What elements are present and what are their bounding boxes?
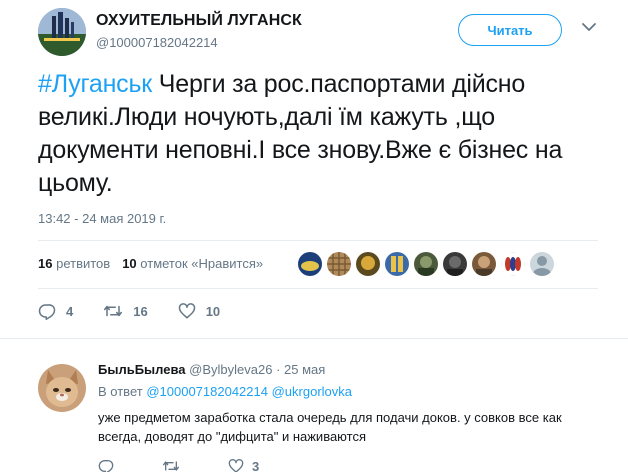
- retweet-count: 16: [133, 303, 148, 319]
- liker-avatar[interactable]: [501, 252, 525, 276]
- tweet-text: #Луганськ Черги за рос.паспортами дійсно…: [38, 68, 598, 200]
- reply-prefix: В ответ: [98, 384, 143, 399]
- liker-avatars: [298, 252, 554, 276]
- liker-avatar[interactable]: [385, 252, 409, 276]
- reply-reply-button[interactable]: [98, 458, 122, 472]
- follow-button[interactable]: Читать: [458, 14, 562, 46]
- like-button[interactable]: 10: [178, 302, 220, 320]
- liker-avatar[interactable]: [327, 252, 351, 276]
- reply-icon: [38, 304, 56, 320]
- reply-header: БыльБылева @Bylbyleva26 · 25 мая: [98, 362, 325, 377]
- hashtag-link[interactable]: #Луганськ: [38, 70, 152, 98]
- author-name[interactable]: ОХУИТЕЛЬНЫЙ ЛУГАНСК: [96, 12, 302, 30]
- divider: [38, 240, 598, 241]
- reply-icon: [98, 459, 114, 472]
- reply-text: уже предметом заработка стала очередь дл…: [98, 410, 562, 444]
- liker-avatar[interactable]: [414, 252, 438, 276]
- liker-avatar[interactable]: [443, 252, 467, 276]
- reply-actions: 3: [98, 458, 299, 472]
- reply-author-name[interactable]: БыльБылева: [98, 362, 186, 377]
- retweets-stat[interactable]: 16 ретвитов: [38, 256, 110, 271]
- like-icon: [178, 303, 195, 319]
- author-avatar[interactable]: [38, 8, 86, 56]
- separator: ·: [276, 362, 281, 377]
- reply-count: 4: [66, 303, 74, 319]
- tweet-page: ОХУИТЕЛЬНЫЙ ЛУГАНСК @100007182042214 Чит…: [0, 0, 628, 472]
- tweet-stats: 16 ретвитов 10 отметок «Нравится»: [38, 256, 263, 271]
- liker-avatar[interactable]: [298, 252, 322, 276]
- tweet-actions: 4 16 10: [38, 302, 250, 320]
- reply-button[interactable]: 4: [38, 302, 73, 320]
- like-count: 10: [205, 303, 221, 319]
- divider: [38, 288, 598, 289]
- author-handle[interactable]: @100007182042214: [96, 35, 218, 50]
- mention-link[interactable]: @100007182042214: [146, 384, 268, 399]
- mention-link[interactable]: @ukrgorlovka: [272, 384, 352, 399]
- retweet-button[interactable]: 16: [103, 302, 148, 320]
- like-icon: [228, 459, 244, 472]
- reply-author-avatar[interactable]: [38, 364, 86, 412]
- reply-to-line: В ответ @100007182042214 @ukrgorlovka: [98, 384, 352, 399]
- liker-avatar[interactable]: [356, 252, 380, 276]
- liker-avatar[interactable]: [472, 252, 496, 276]
- tweet-timestamp[interactable]: 13:42 - 24 мая 2019 г.: [38, 211, 166, 226]
- reply-author-handle[interactable]: @Bylbyleva26: [189, 362, 272, 377]
- reply-retweet-button[interactable]: [162, 458, 188, 472]
- divider: [0, 338, 628, 339]
- likes-stat[interactable]: 10 отметок «Нравится»: [122, 256, 263, 271]
- reply-like-count: 3: [252, 458, 260, 472]
- reply-like-button[interactable]: 3: [228, 458, 259, 472]
- caret-down-icon[interactable]: [582, 22, 596, 32]
- retweet-icon: [104, 305, 123, 317]
- liker-avatar[interactable]: [530, 252, 554, 276]
- reply-date[interactable]: 25 мая: [284, 362, 325, 377]
- retweet-icon: [163, 461, 179, 471]
